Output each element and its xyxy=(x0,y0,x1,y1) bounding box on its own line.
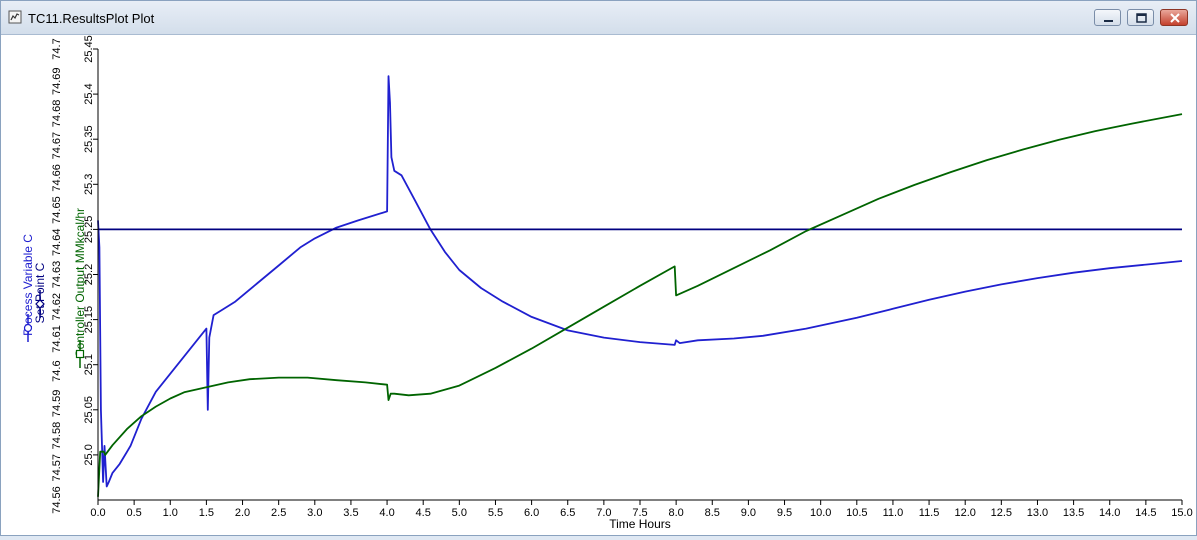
plot-window: TC11.ResultsPlot Plot 0.0 0.5 1.0 1.5 2.0 2.5… xyxy=(0,0,1197,536)
x-tick-label: 0.5 xyxy=(126,507,141,519)
minimize-button[interactable] xyxy=(1094,9,1121,26)
legend-marker-square xyxy=(75,349,85,359)
app-icon xyxy=(8,10,22,24)
minimize-icon xyxy=(1104,20,1113,22)
legend-label-2: Controller Output MMkcal/hr xyxy=(73,208,87,358)
y2-tick-label: 74.56 xyxy=(51,486,63,514)
x-tick-label: 5.5 xyxy=(488,507,503,519)
x-tick-label: 12.0 xyxy=(954,507,975,519)
y-tick-label: 25.35 xyxy=(83,125,95,153)
x-tick-label: 14.5 xyxy=(1135,507,1156,519)
x-tick-label: 8.5 xyxy=(705,507,720,519)
x-tick-label: 0.0 xyxy=(90,507,105,519)
chart: 0.0 0.5 1.0 1.5 2.0 2.5 3.0 3.5 4.0 4.5 5.0 5.5 6.0 6… xyxy=(21,35,1193,531)
x-tick-label: 5.0 xyxy=(452,507,467,519)
x-tick-label: 9.5 xyxy=(777,507,792,519)
y-tick-label: 25.4 xyxy=(83,83,95,104)
x-tick-label: 3.0 xyxy=(307,507,322,519)
y2-tick-label: 74.59 xyxy=(51,390,63,418)
x-tick-label: 13.5 xyxy=(1063,507,1084,519)
close-button[interactable] xyxy=(1160,9,1188,26)
x-tick-label: 6.0 xyxy=(524,507,539,519)
x-tick-label: 9.0 xyxy=(741,507,756,519)
y2-tick-label: 74.64 xyxy=(51,229,63,257)
y2-tick-label: 74.57 xyxy=(51,454,63,482)
x-tick-label: 2.0 xyxy=(235,507,250,519)
x-tick-label: 2.5 xyxy=(271,507,286,519)
series-line-0 xyxy=(97,75,1183,488)
window-title: TC11.ResultsPlot Plot xyxy=(28,11,155,26)
x-tick-label: 1.0 xyxy=(163,507,178,519)
x-tick-label: 3.5 xyxy=(343,507,358,519)
x-tick-label: 14.0 xyxy=(1099,507,1120,519)
y2-tick-label: 74.62 xyxy=(51,293,63,321)
maximize-button[interactable] xyxy=(1127,9,1154,26)
y2-tick-label: 74.63 xyxy=(51,261,63,289)
x-tick-label: 6.5 xyxy=(560,507,575,519)
maximize-icon xyxy=(1136,13,1147,23)
y-tick-label: 25.0 xyxy=(83,444,95,465)
x-tick-label: 11.0 xyxy=(883,507,904,519)
y2-tick-label: 74.67 xyxy=(51,132,63,160)
x-tick-label: 15.0 xyxy=(1171,507,1192,519)
legend-marker-circle xyxy=(23,323,33,333)
y2-tick-label: 74.61 xyxy=(51,325,63,353)
y2-tick-label: 74.6 xyxy=(51,360,63,381)
y2-tick-label: 74.58 xyxy=(51,422,63,450)
y2-tick-label: 74.65 xyxy=(51,196,63,224)
x-tick-label: 12.5 xyxy=(991,507,1012,519)
y2-tick-label: 74.7 xyxy=(51,38,63,59)
x-tick-label: 4.5 xyxy=(416,507,431,519)
plot-area: 0.0 0.5 1.0 1.5 2.0 2.5 3.0 3.5 4.0 4.5 5.0 5.5 6.0 6… xyxy=(2,35,1196,535)
x-axis-label: Time Hours xyxy=(609,517,671,531)
x-tick-label: 11.5 xyxy=(919,507,940,519)
x-tick-label: 4.0 xyxy=(379,507,394,519)
title-bar[interactable]: TC11.ResultsPlot Plot xyxy=(1,1,1196,35)
x-tick-label: 10.0 xyxy=(810,507,831,519)
y-tick-label: 25.3 xyxy=(83,174,95,195)
x-tick-label: 10.5 xyxy=(846,507,867,519)
y-tick-label: 25.05 xyxy=(83,396,95,424)
y2-tick-label: 74.68 xyxy=(51,100,63,128)
y2-tick-label: 74.69 xyxy=(51,67,63,95)
y-tick-label: 25.45 xyxy=(83,35,95,63)
y2-tick-label: 74.66 xyxy=(51,164,63,192)
x-tick-label: 1.5 xyxy=(199,507,214,519)
close-icon xyxy=(1170,13,1180,23)
series-line-2 xyxy=(97,113,1183,497)
x-tick-label: 13.0 xyxy=(1027,507,1048,519)
